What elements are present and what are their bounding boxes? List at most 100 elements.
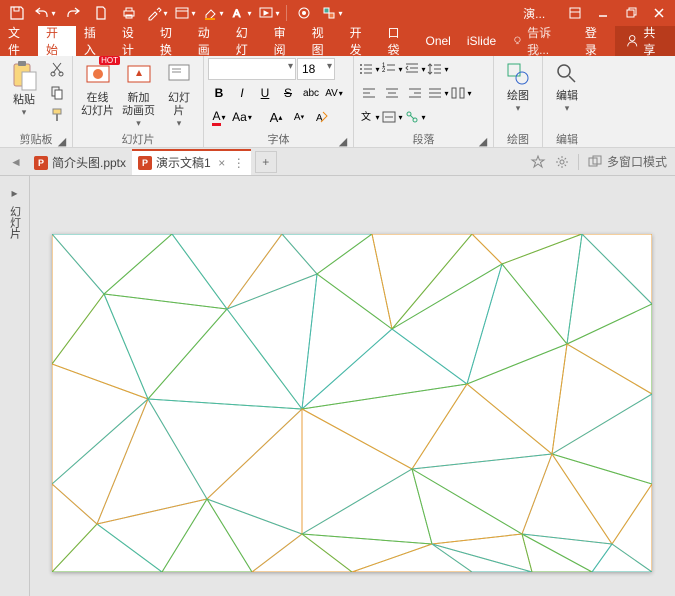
- change-case-button[interactable]: Aa▾: [231, 106, 253, 128]
- tab-file[interactable]: 文件: [0, 26, 38, 56]
- group-clipboard: 粘贴 ▾ 剪贴板◢: [0, 56, 73, 147]
- bullets-button[interactable]: ▾: [358, 58, 380, 80]
- doc-back-button[interactable]: ◄: [4, 151, 28, 173]
- tab-review[interactable]: 审阅: [266, 26, 304, 56]
- new-slide-button[interactable]: 幻灯 片 ▾: [159, 58, 199, 131]
- clipboard-label: 剪贴板: [20, 134, 53, 146]
- columns-button[interactable]: ▾: [450, 82, 472, 104]
- undo-button[interactable]: ▾: [32, 2, 58, 24]
- grow-font-button[interactable]: A▴: [265, 106, 287, 128]
- login-button[interactable]: 登录: [577, 26, 615, 56]
- draw-group-label: 绘图: [498, 131, 538, 147]
- slide-artwork: [52, 234, 652, 572]
- underline-button[interactable]: U: [254, 82, 276, 104]
- text-direction-button[interactable]: 文▾: [358, 106, 380, 128]
- align-left-button[interactable]: [358, 82, 380, 104]
- gear-icon: [554, 154, 570, 170]
- para-launcher[interactable]: ◢: [477, 135, 489, 147]
- new-anim-button[interactable]: 新加 动画页 ▾: [118, 58, 159, 131]
- bold-button[interactable]: B: [208, 82, 230, 104]
- tab-transitions[interactable]: 切换: [152, 26, 190, 56]
- close-button[interactable]: [647, 2, 671, 24]
- document-tabs: ◄ P 简介头图.pptx P 演示文稿1 × ⋮ + 多窗口模式: [0, 148, 675, 176]
- editing-label: 编辑: [556, 90, 578, 103]
- doc-tab-1[interactable]: P 简介头图.pptx: [28, 149, 132, 175]
- tab-insert[interactable]: 插入: [76, 26, 114, 56]
- editing-button[interactable]: 编辑 ▾: [547, 58, 587, 116]
- slideshow-qat-button[interactable]: ▾: [256, 2, 282, 24]
- shadow-button[interactable]: abc: [300, 82, 322, 104]
- char-spacing-button[interactable]: AV▾: [323, 82, 345, 104]
- new-tab-button[interactable]: +: [255, 151, 277, 173]
- font-color-button[interactable]: A▾: [208, 106, 230, 128]
- save-button[interactable]: [4, 2, 30, 24]
- copy-button[interactable]: [46, 81, 68, 103]
- align-right-button[interactable]: [404, 82, 426, 104]
- svg-text:A: A: [316, 113, 323, 124]
- font-qat-button[interactable]: A▾: [228, 2, 254, 24]
- person-icon: [625, 33, 639, 49]
- tab-design[interactable]: 设计: [114, 26, 152, 56]
- font-sep: [254, 106, 264, 128]
- drawing-button[interactable]: 绘图 ▾: [498, 58, 538, 116]
- svg-text:2: 2: [382, 68, 386, 74]
- format-painter-button[interactable]: [46, 104, 68, 126]
- group-font: B I U S abc AV▾ A▾ Aa▾ A▴ A▾ A 字体◢: [204, 56, 354, 147]
- clipboard-launcher[interactable]: ◢: [56, 135, 68, 147]
- touch-mode-button[interactable]: [291, 2, 317, 24]
- magic-button[interactable]: [530, 154, 546, 170]
- tab-pocket[interactable]: 口袋: [380, 26, 418, 56]
- panel-toggle[interactable]: ▸: [11, 186, 17, 200]
- strikethrough-button[interactable]: S: [277, 82, 299, 104]
- italic-button[interactable]: I: [231, 82, 253, 104]
- separator: [286, 5, 287, 21]
- doc-tab-2[interactable]: P 演示文稿1 × ⋮: [132, 149, 251, 175]
- dec-indent-button[interactable]: ▾: [404, 58, 426, 80]
- more-icon[interactable]: ⋮: [233, 156, 245, 170]
- minimize-button[interactable]: [591, 2, 615, 24]
- clear-format-button[interactable]: A: [311, 106, 333, 128]
- clipboard-icon: [10, 60, 38, 92]
- tab-slideshow[interactable]: 幻灯: [228, 26, 266, 56]
- share-button[interactable]: 共享: [615, 26, 675, 56]
- svg-text:文: 文: [361, 110, 371, 123]
- numbering-button[interactable]: 12▾: [381, 58, 403, 80]
- slide-canvas[interactable]: [30, 176, 675, 596]
- fill-button[interactable]: ▾: [200, 2, 226, 24]
- print-button[interactable]: [116, 2, 142, 24]
- online-slides-button[interactable]: HOT 在线 幻灯片: [77, 58, 118, 120]
- paragraph-label: 段落: [413, 134, 435, 146]
- layout-button[interactable]: ▾: [172, 2, 198, 24]
- tab-view[interactable]: 视图: [304, 26, 342, 56]
- multi-window-button[interactable]: 多窗口模式: [587, 153, 667, 170]
- line-spacing-button[interactable]: ▾: [427, 58, 449, 80]
- tab-onekey[interactable]: Onel: [417, 26, 458, 56]
- tab-animations[interactable]: 动画: [190, 26, 228, 56]
- slide-1[interactable]: [52, 234, 652, 572]
- redo-button[interactable]: [60, 2, 86, 24]
- paste-button[interactable]: 粘贴 ▾: [4, 58, 44, 120]
- new-doc-button[interactable]: [88, 2, 114, 24]
- tab-developer[interactable]: 开发: [342, 26, 380, 56]
- settings-button[interactable]: [554, 154, 570, 170]
- justify-button[interactable]: ▾: [427, 82, 449, 104]
- font-size-select[interactable]: [297, 58, 335, 80]
- close-icon[interactable]: ×: [215, 156, 229, 170]
- align-text-button[interactable]: ▾: [381, 106, 403, 128]
- restore-button[interactable]: [619, 2, 643, 24]
- cut-button[interactable]: [46, 58, 68, 80]
- eyedropper-button[interactable]: ▾: [144, 2, 170, 24]
- tab-islide[interactable]: iSlide: [459, 26, 504, 56]
- font-family-select[interactable]: [208, 58, 296, 80]
- smartart-button[interactable]: ▾: [404, 106, 426, 128]
- shapes-qat-button[interactable]: ▾: [319, 2, 345, 24]
- drawing-label: 绘图: [507, 90, 529, 103]
- new-slide-label: 幻灯 片: [168, 92, 190, 118]
- ribbon-options-button[interactable]: [563, 2, 587, 24]
- tell-me[interactable]: 告诉我...: [504, 26, 577, 56]
- align-center-button[interactable]: [381, 82, 403, 104]
- shrink-font-button[interactable]: A▾: [288, 106, 310, 128]
- find-icon: [553, 60, 581, 88]
- tab-home[interactable]: 开始: [38, 26, 76, 56]
- font-launcher[interactable]: ◢: [337, 135, 349, 147]
